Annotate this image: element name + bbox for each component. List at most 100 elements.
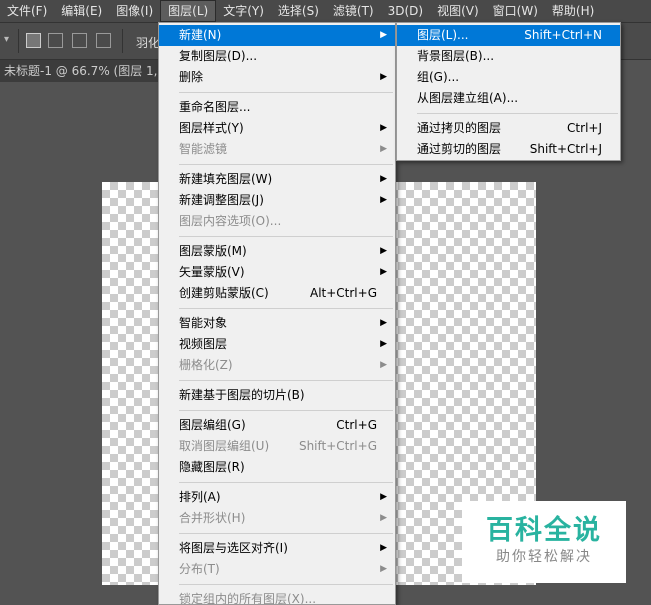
menu-item-label: 智能对象 <box>179 316 228 330</box>
menu-item-label: 分布(T) <box>179 562 220 576</box>
new-selection-icon[interactable] <box>26 33 41 48</box>
menu-separator <box>179 410 393 411</box>
menu-item[interactable]: 图层样式(Y) ▶ <box>159 118 395 139</box>
menu-item: 图层内容选项(O)... <box>159 211 395 232</box>
menu-item-label: 图层(L)... <box>417 28 469 42</box>
feather-label: 羽化 <box>136 36 161 50</box>
menu-item[interactable]: 视频图层 ▶ <box>159 334 395 355</box>
menu-item[interactable]: 将图层与选区对齐(I) ▶ <box>159 538 395 559</box>
chevron-right-icon: ▶ <box>380 30 387 40</box>
menu-item-label: 图层样式(Y) <box>179 121 244 135</box>
menu-item-label: 视频图层 <box>179 337 228 351</box>
watermark-title: 百科全说 <box>486 515 602 546</box>
menu-item-label: 复制图层(D)... <box>179 49 258 63</box>
chevron-right-icon: ▶ <box>380 72 387 82</box>
menubar-item[interactable]: 窗口(W) <box>486 0 545 22</box>
menu-item[interactable]: 复制图层(D)... <box>159 46 395 67</box>
chevron-right-icon: ▶ <box>380 246 387 256</box>
menu-item[interactable]: 通过拷贝的图层 Ctrl+J <box>397 118 620 139</box>
menu-item-shortcut: Shift+Ctrl+N <box>524 28 602 42</box>
document-tab[interactable]: 未标题-1 @ 66.7% (图层 1, RGB/8) <box>0 60 165 82</box>
chevron-right-icon: ▶ <box>380 123 387 133</box>
subtract-selection-icon[interactable] <box>72 33 87 48</box>
menu-separator <box>179 236 393 237</box>
menu-item: 智能滤镜 ▶ <box>159 139 395 160</box>
chevron-right-icon: ▶ <box>380 339 387 349</box>
menu-item-label: 新建填充图层(W) <box>179 172 273 186</box>
menu-item: 分布(T) ▶ <box>159 559 395 580</box>
menu-item[interactable]: 图层(L)... Shift+Ctrl+N <box>397 25 620 46</box>
watermark-subtitle: 助你轻松解决 <box>496 549 592 565</box>
chevron-right-icon: ▶ <box>380 318 387 328</box>
menubar-item[interactable]: 编辑(E) <box>54 0 109 22</box>
menu-item-label: 图层蒙版(M) <box>179 244 247 258</box>
menu-item[interactable]: 隐藏图层(R) <box>159 457 395 478</box>
menu-item[interactable]: 通过剪切的图层 Shift+Ctrl+J <box>397 139 620 160</box>
menu-item[interactable]: 删除 ▶ <box>159 67 395 88</box>
menubar-item[interactable]: 帮助(H) <box>545 0 601 22</box>
new-submenu: 图层(L)... Shift+Ctrl+N 背景图层(B)... 组(G)... 从图层… <box>396 22 621 161</box>
options-divider <box>122 29 123 53</box>
chevron-right-icon: ▶ <box>380 195 387 205</box>
menu-item-shortcut: Ctrl+J <box>567 121 602 135</box>
menu-item-label: 通过剪切的图层 <box>417 142 502 156</box>
menu-item[interactable]: 新建填充图层(W) ▶ <box>159 169 395 190</box>
menu-item-label: 组(G)... <box>417 70 460 84</box>
chevron-right-icon: ▶ <box>380 513 387 523</box>
menu-bar: 文件(F) 编辑(E) 图像(I) 图层(L) 文字(Y) 选择(S) 滤镜(T) 3D(D)… <box>0 0 651 23</box>
menu-item: 合并形状(H) ▶ <box>159 508 395 529</box>
menubar-item[interactable]: 文件(F) <box>0 0 54 22</box>
menu-item[interactable]: 背景图层(B)... <box>397 46 620 67</box>
add-to-selection-icon[interactable] <box>48 33 63 48</box>
menubar-item[interactable]: 图层(L) <box>160 0 217 22</box>
menubar-item[interactable]: 3D(D) <box>381 0 430 22</box>
menu-separator <box>417 113 618 114</box>
menu-item-label: 合并形状(H) <box>179 511 246 525</box>
menu-collapse-icon[interactable]: ▾ <box>4 34 17 47</box>
menu-item-label: 图层编组(G) <box>179 418 246 432</box>
chevron-right-icon: ▶ <box>380 564 387 574</box>
menu-item-label: 矢量蒙版(V) <box>179 265 245 279</box>
options-divider <box>18 29 19 53</box>
menu-separator <box>179 533 393 534</box>
menu-item[interactable]: 矢量蒙版(V) ▶ <box>159 262 395 283</box>
menu-item[interactable]: 图层编组(G) Ctrl+G <box>159 415 395 436</box>
menu-item-shortcut: Ctrl+G <box>336 418 377 432</box>
menu-item-label: 图层内容选项(O)... <box>179 214 282 228</box>
menu-item[interactable]: 从图层建立组(A)... <box>397 88 620 109</box>
menu-item-label: 将图层与选区对齐(I) <box>179 541 288 555</box>
menu-item-shortcut: Shift+Ctrl+J <box>529 142 602 156</box>
menubar-item[interactable]: 文字(Y) <box>216 0 271 22</box>
menu-item: 取消图层编组(U) Shift+Ctrl+G <box>159 436 395 457</box>
menu-item-label: 隐藏图层(R) <box>179 460 245 474</box>
menu-item-label: 智能滤镜 <box>179 142 228 156</box>
menu-separator <box>179 584 393 585</box>
menu-item[interactable]: 重命名图层... <box>159 97 395 118</box>
chevron-right-icon: ▶ <box>380 267 387 277</box>
menu-separator <box>179 308 393 309</box>
chevron-right-icon: ▶ <box>380 492 387 502</box>
intersect-selection-icon[interactable] <box>96 33 111 48</box>
menu-item[interactable]: 新建基于图层的切片(B) <box>159 385 395 406</box>
menu-item-label: 锁定组内的所有图层(X)... <box>179 592 317 605</box>
menubar-item[interactable]: 视图(V) <box>430 0 486 22</box>
menu-separator <box>179 92 393 93</box>
menu-item[interactable]: 创建剪贴蒙版(C) Alt+Ctrl+G <box>159 283 395 304</box>
menu-item: 锁定组内的所有图层(X)... <box>159 589 395 605</box>
menu-item-label: 通过拷贝的图层 <box>417 121 502 135</box>
menu-item-label: 新建调整图层(J) <box>179 193 264 207</box>
menu-item-label: 重命名图层... <box>179 100 251 114</box>
menu-item-label: 背景图层(B)... <box>417 49 495 63</box>
menubar-item[interactable]: 图像(I) <box>109 0 160 22</box>
menubar-item[interactable]: 滤镜(T) <box>326 0 381 22</box>
menu-item: 栅格化(Z) ▶ <box>159 355 395 376</box>
menu-item[interactable]: 智能对象 ▶ <box>159 313 395 334</box>
menubar-item[interactable]: 选择(S) <box>271 0 326 22</box>
menu-item[interactable]: 组(G)... <box>397 67 620 88</box>
chevron-right-icon: ▶ <box>380 174 387 184</box>
menu-item-shortcut: Shift+Ctrl+G <box>298 439 377 453</box>
menu-item[interactable]: 新建(N) ▶ <box>159 25 395 46</box>
menu-item[interactable]: 新建调整图层(J) ▶ <box>159 190 395 211</box>
menu-item[interactable]: 图层蒙版(M) ▶ <box>159 241 395 262</box>
menu-item[interactable]: 排列(A) ▶ <box>159 487 395 508</box>
